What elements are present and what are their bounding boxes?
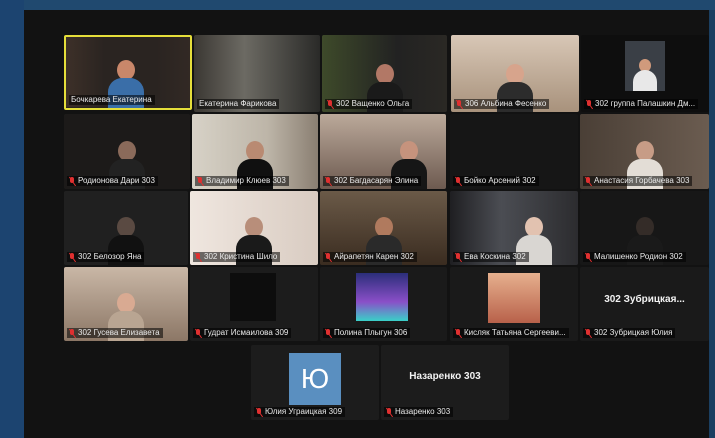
participant-name: Кисляк Татьяна Сергееви... [453, 328, 569, 338]
muted-mic-icon [69, 252, 76, 262]
participant-tile[interactable]: Гудрат Исмаилова 309 [190, 267, 318, 341]
participant-name: 302 Белозор Яна [67, 252, 145, 262]
participant-video [230, 273, 276, 321]
participant-name: Айрапетян Карен 302 [323, 252, 417, 262]
participant-name: Назаренко 303 [384, 407, 454, 417]
participant-tile[interactable]: Кисляк Татьяна Сергееви... [450, 267, 578, 341]
muted-mic-icon [327, 99, 334, 109]
muted-mic-icon [325, 176, 332, 186]
participant-name: 302 группа Палашкин Дм... [584, 99, 699, 109]
video-gallery: Бочкарева Екатерина Екатерина Фарикова 3… [24, 10, 709, 438]
participant-name: Ева Коскина 302 [453, 252, 529, 262]
participant-video [625, 41, 665, 91]
participant-name: Бочкарева Екатерина [69, 95, 155, 105]
participant-tile[interactable]: Бойко Арсений 302 [450, 114, 578, 189]
muted-mic-icon [69, 328, 76, 338]
participant-tile[interactable]: Родионова Дари 303 [64, 114, 190, 189]
muted-mic-icon [456, 99, 463, 109]
participant-name: 302 Кристина Шило [193, 252, 281, 262]
participant-video [488, 273, 540, 323]
participant-tile[interactable]: Ева Коскина 302 [450, 191, 578, 265]
muted-mic-icon [585, 176, 592, 186]
muted-mic-icon [197, 176, 204, 186]
muted-mic-icon [455, 328, 462, 338]
participant-name: Малишенко Родион 302 [583, 252, 686, 262]
monitor-bezel-left [0, 0, 24, 438]
participant-video-label: Назаренко 303 [409, 370, 481, 382]
participant-tile[interactable]: 302 Белозор Яна [64, 191, 188, 265]
muted-mic-icon [256, 407, 263, 417]
participant-tile[interactable]: Екатерина Фарикова [194, 35, 320, 112]
muted-mic-icon [69, 176, 76, 186]
muted-mic-icon [455, 252, 462, 262]
participant-name: Екатерина Фарикова [197, 99, 280, 109]
participant-tile[interactable]: 302 Кристина Шило [190, 191, 318, 265]
participant-tile[interactable]: 302 Багдасарян Элина [320, 114, 446, 189]
muted-mic-icon [195, 252, 202, 262]
participant-tile[interactable]: 302 Зубрицкая... 302 Зубрицкая Юлия [580, 267, 709, 341]
participant-name: 302 Гусева Елизавета [67, 328, 163, 338]
participant-tile[interactable]: 302 Ващенко Ольга [322, 35, 447, 112]
monitor-bezel-top [0, 0, 715, 10]
muted-mic-icon [586, 99, 593, 109]
muted-mic-icon [195, 328, 202, 338]
participant-tile[interactable]: Анастасия Горбачева 303 [580, 114, 709, 189]
participant-tile[interactable]: Айрапетян Карен 302 [320, 191, 447, 265]
participant-name: Родионова Дари 303 [67, 176, 158, 186]
participant-name: Анастасия Горбачева 303 [583, 176, 693, 186]
muted-mic-icon [455, 176, 462, 186]
participant-tile[interactable]: Ю Юлия Уграицкая 309 [251, 345, 379, 420]
participant-name: Юлия Уграицкая 309 [254, 407, 346, 417]
participant-name: 302 Ващенко Ольга [325, 99, 413, 109]
avatar: Ю [289, 353, 341, 405]
participant-tile[interactable]: Полина Плыгун 306 [320, 267, 447, 341]
participant-video [356, 273, 408, 321]
participant-tile[interactable]: Бочкарева Екатерина [64, 35, 192, 110]
participant-name: 306 Альбина Фесенко [454, 99, 550, 109]
participant-name: Бойко Арсений 302 [453, 176, 539, 186]
participant-tile[interactable]: Малишенко Родион 302 [580, 191, 709, 265]
muted-mic-icon [325, 252, 332, 262]
participant-tile[interactable]: 302 Гусева Елизавета [64, 267, 188, 341]
participant-name: Гудрат Исмаилова 309 [193, 328, 292, 338]
participant-tile[interactable]: Владимир Клюев 303 [192, 114, 318, 189]
participant-name: 302 Зубрицкая Юлия [583, 328, 676, 338]
participant-name: 302 Багдасарян Элина [323, 176, 422, 186]
muted-mic-icon [585, 252, 592, 262]
participant-video-label: 302 Зубрицкая... [604, 293, 685, 305]
participant-name: Владимир Клюев 303 [195, 176, 289, 186]
participant-tile[interactable]: 306 Альбина Фесенко [451, 35, 579, 112]
muted-mic-icon [325, 328, 332, 338]
muted-mic-icon [386, 407, 393, 417]
participant-name: Полина Плыгун 306 [323, 328, 411, 338]
muted-mic-icon [585, 328, 592, 338]
participant-tile[interactable]: Назаренко 303 Назаренко 303 [381, 345, 509, 420]
participant-tile[interactable]: 302 группа Палашкин Дм... [581, 35, 709, 112]
